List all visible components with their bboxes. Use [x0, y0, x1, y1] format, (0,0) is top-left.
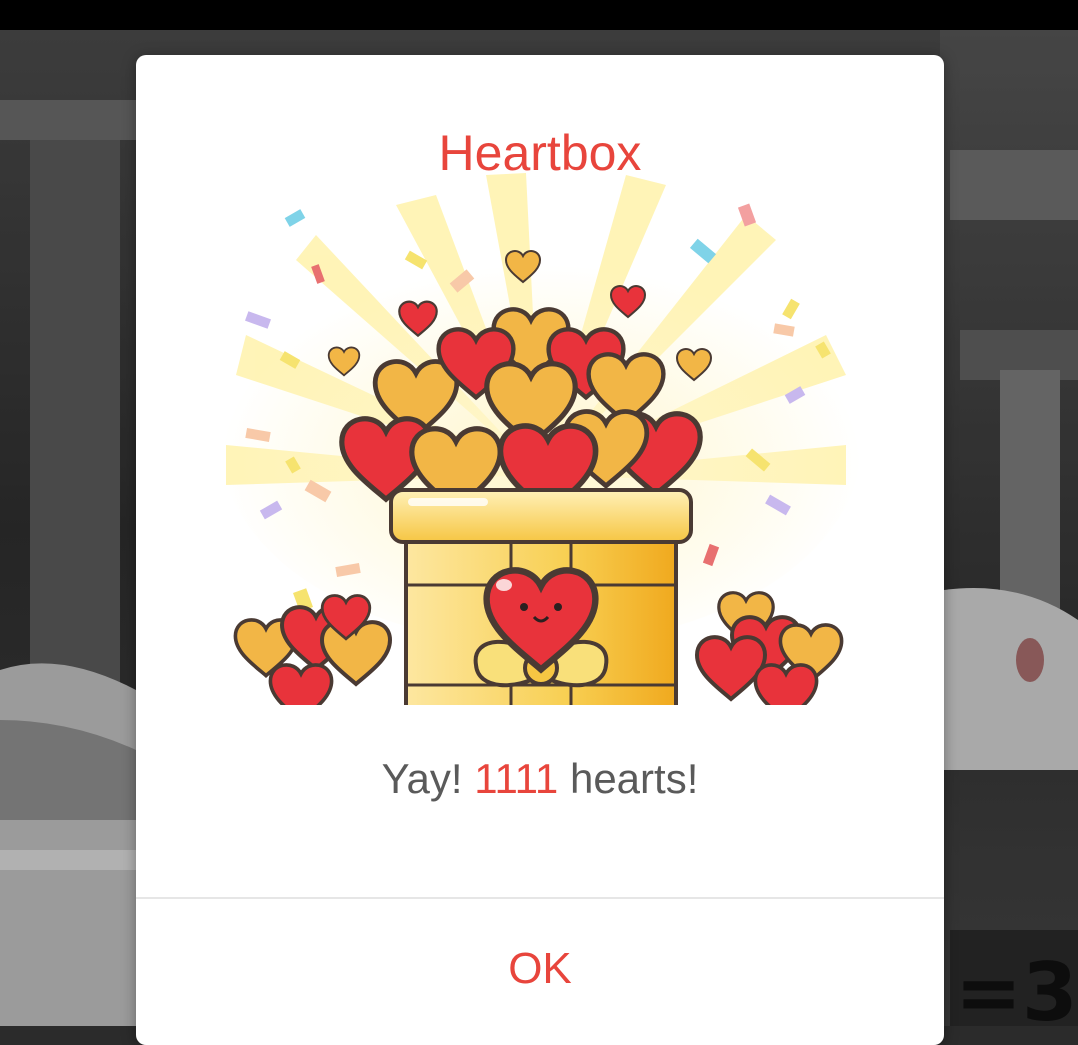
heartbox-dialog: Heartbox Yay! 1111 hearts! OK	[136, 55, 944, 1045]
ok-button[interactable]: OK	[136, 899, 944, 1039]
reward-message: Yay! 1111 hearts!	[136, 755, 944, 803]
heart-count: 1111	[474, 755, 559, 802]
heart-gift-box-icon	[186, 145, 896, 737]
status-bar	[0, 0, 1078, 30]
message-suffix: hearts!	[558, 755, 699, 802]
message-prefix: Yay!	[381, 755, 475, 802]
